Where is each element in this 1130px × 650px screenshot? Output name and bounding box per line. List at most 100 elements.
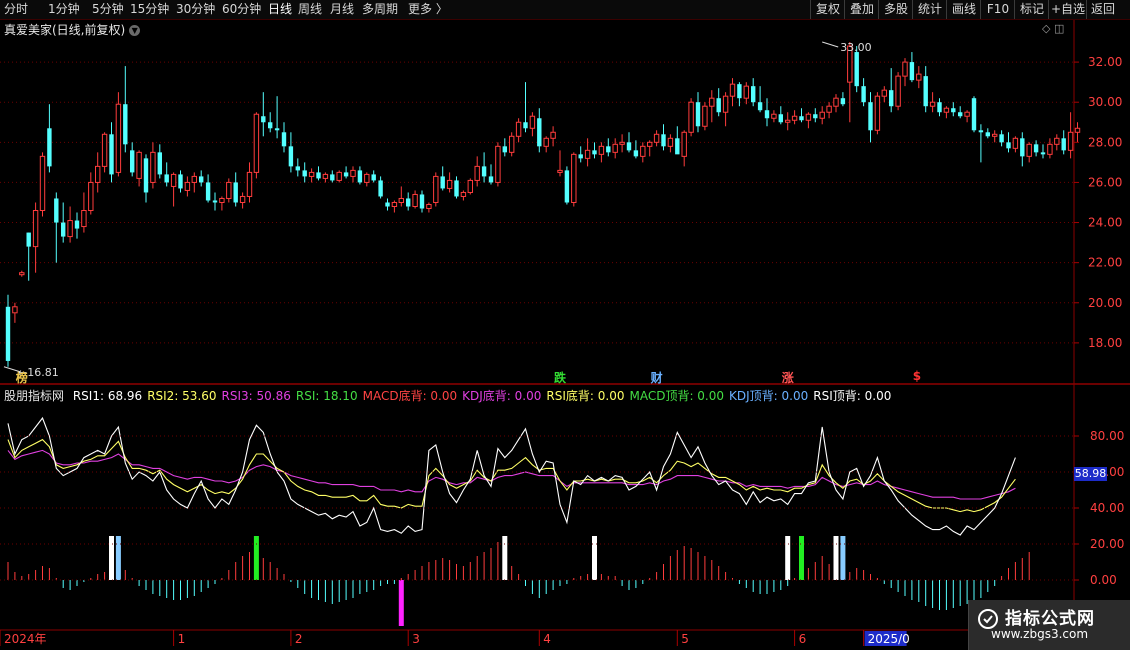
toolbar-button-3[interactable]: 统计 <box>912 0 947 19</box>
candle-body <box>598 145 605 155</box>
period-tab-3[interactable]: 15分钟 <box>130 0 169 19</box>
candle-body <box>951 108 956 113</box>
candle-body <box>212 200 218 203</box>
price-tick-label: 32.00 <box>1088 55 1122 69</box>
candle-body <box>543 137 549 147</box>
price-tick-label: 26.00 <box>1088 175 1122 189</box>
high-pointer <box>822 41 839 48</box>
toolbar-button-7[interactable]: +自选 <box>1048 0 1087 19</box>
panel-toggle-icon[interactable]: ◫ <box>1054 22 1064 35</box>
chart-title: 真爱美家(日线,前复权) ▼ <box>4 21 141 38</box>
candle-body <box>150 151 156 183</box>
candle-body <box>999 134 1004 143</box>
candle-body <box>164 174 169 183</box>
candle-body <box>1020 138 1025 157</box>
candle-body <box>606 146 611 153</box>
price-tick-label: 24.00 <box>1088 216 1122 230</box>
time-tick-label: 3 <box>412 632 420 646</box>
candle-body <box>101 133 108 167</box>
candle-body <box>889 90 894 107</box>
candle-body <box>336 171 342 181</box>
candle-body <box>578 154 583 159</box>
candle-body <box>902 61 908 77</box>
candle-body <box>592 150 597 155</box>
candle-body <box>130 150 135 173</box>
legend-item: RSI底背: 0.00 <box>546 389 625 403</box>
candle-body <box>1012 137 1019 149</box>
event-badge[interactable]: 榜 <box>16 369 28 386</box>
current-value-tag: 58.98 <box>1074 466 1107 481</box>
candle-body <box>1061 138 1066 151</box>
chevron-down-icon[interactable]: ▼ <box>129 25 141 36</box>
event-badge[interactable]: 财 <box>651 369 663 386</box>
period-tab-9[interactable]: 多周期 <box>362 0 398 19</box>
candle-body <box>157 152 162 175</box>
toolbar-button-5[interactable]: F10 <box>980 0 1015 19</box>
toolbar-button-2[interactable]: 多股 <box>878 0 913 19</box>
candle-body <box>274 128 280 131</box>
candle-body <box>709 97 715 107</box>
period-tab-10[interactable]: 更多 〉 <box>408 0 448 19</box>
period-tab-1[interactable]: 1分钟 <box>48 0 80 19</box>
candle-body <box>833 97 839 107</box>
period-tab-6[interactable]: 日线 <box>268 0 292 19</box>
diamond-icon[interactable]: ◇ <box>1042 22 1050 35</box>
candle-body <box>764 110 770 119</box>
candle-body <box>246 171 253 197</box>
event-badge[interactable]: $ <box>913 369 921 383</box>
time-tick-label: 1 <box>178 632 186 646</box>
candle-body <box>1067 131 1074 151</box>
candle-body <box>584 149 591 159</box>
candle-body <box>170 173 177 187</box>
toolbar-button-0[interactable]: 复权 <box>810 0 845 19</box>
signal-bar <box>785 536 791 580</box>
time-tick-label: 2024年 <box>4 632 47 646</box>
indicator-name[interactable]: 股朋指标网 <box>4 389 64 403</box>
candle-body <box>785 119 791 123</box>
legend-item: KDJ顶背: 0.00 <box>729 389 809 403</box>
chart-corner-icons: ◇ ◫ <box>1042 22 1064 35</box>
legend-item: MACD底背: 0.00 <box>362 389 458 403</box>
indicator-legend: 股朋指标网 RSI1: 68.96 RSI2: 53.60 RSI3: 50.86 R… <box>4 387 896 404</box>
chart-canvas: 32.0030.0028.0026.0024.0022.0020.0018.00… <box>0 20 1130 646</box>
toolbar-button-4[interactable]: 画线 <box>946 0 981 19</box>
candle-body <box>412 193 418 208</box>
candle-body <box>861 86 866 103</box>
period-tab-4[interactable]: 30分钟 <box>176 0 215 19</box>
candle-body <box>378 180 383 197</box>
candle-body <box>1074 127 1081 133</box>
period-tab-8[interactable]: 月线 <box>330 0 354 19</box>
period-tab-5[interactable]: 60分钟 <box>222 0 261 19</box>
candle-body <box>385 202 390 207</box>
signal-bar <box>833 536 839 580</box>
candle-body <box>509 135 515 153</box>
event-badge[interactable]: 涨 <box>782 369 794 386</box>
candle-body <box>495 145 501 183</box>
candle-body <box>391 201 398 207</box>
period-tab-7[interactable]: 周线 <box>298 0 322 19</box>
candle-body <box>958 112 963 117</box>
watermark: 指标公式网 www.zbgs3.com <box>968 600 1130 650</box>
candle-body <box>564 170 570 203</box>
candle-body <box>19 272 25 276</box>
candle-body <box>964 111 970 117</box>
candle-body <box>895 75 901 107</box>
candle-body <box>743 85 749 99</box>
candle-body <box>1054 137 1060 145</box>
candle-body <box>529 115 536 129</box>
toolbar-button-1[interactable]: 叠加 <box>844 0 879 19</box>
period-tab-0[interactable]: 分时 <box>4 0 28 19</box>
candle-body <box>1040 152 1046 155</box>
period-tab-2[interactable]: 5分钟 <box>92 0 124 19</box>
candle-body <box>295 166 300 171</box>
candle-body <box>923 76 928 107</box>
time-tick-label: 5 <box>681 632 689 646</box>
event-badge[interactable]: 跌 <box>554 369 566 386</box>
price-tick-label: 20.00 <box>1088 296 1122 310</box>
signal-bar <box>253 536 259 580</box>
high-label: 33.00 <box>840 41 872 54</box>
toolbar-button-6[interactable]: 标记 <box>1014 0 1049 19</box>
candle-body <box>371 174 376 181</box>
toolbar-button-8[interactable]: 返回 <box>1086 0 1119 19</box>
rsi3-line <box>7 449 1016 500</box>
